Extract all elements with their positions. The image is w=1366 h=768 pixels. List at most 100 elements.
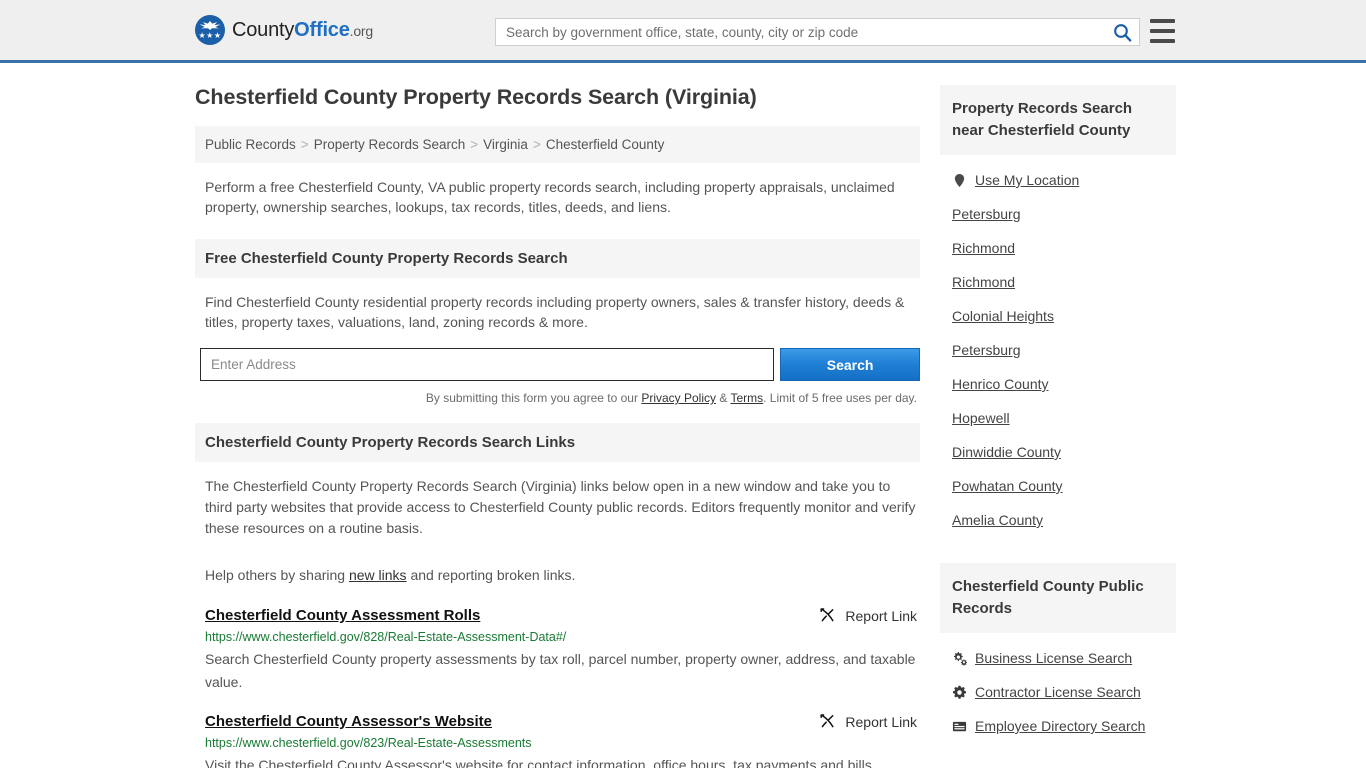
disclaimer-prefix: By submitting this form you agree to our (425, 391, 642, 405)
sidebar-item-employee-directory-search[interactable]: Employee Directory Search (940, 709, 1176, 743)
sidebar-nearby-list: Use My Location Petersburg Richmond Rich… (940, 155, 1176, 537)
sidebar-item-richmond-2[interactable]: Richmond (940, 265, 1176, 299)
link-entry-description: Visit the Chesterfield County Assessor's… (205, 757, 876, 768)
global-search-bar[interactable] (495, 18, 1140, 46)
sidebar-item-label[interactable]: Powhatan County (952, 478, 1063, 494)
sidebar-item-label[interactable]: Colonial Heights (952, 308, 1054, 324)
global-search-button[interactable] (1105, 19, 1139, 45)
hamburger-bar (1150, 29, 1175, 33)
sidebar-item-petersburg-2[interactable]: Petersburg (940, 333, 1176, 367)
link-entry-url: https://www.chesterfield.gov/823/Real-Es… (205, 736, 532, 750)
report-link-label: Report Link (845, 713, 917, 730)
sidebar-item-label[interactable]: Amelia County (952, 512, 1043, 528)
sidebar-nearby-heading: Property Records Search near Chesterfiel… (940, 85, 1176, 155)
page-container: Chesterfield County Property Records Sea… (0, 63, 1366, 768)
help-suffix: and reporting broken links. (406, 567, 576, 583)
sidebar-item-label[interactable]: Dinwiddie County (952, 444, 1061, 460)
free-search-description: Find Chesterfield County residential pro… (205, 294, 905, 330)
sidebar-item-label[interactable]: Employee Directory Search (975, 718, 1145, 734)
link-entry-header: Chesterfield County Assessor's Website R… (205, 713, 920, 730)
sidebar-public-records-list: Business License Search Contractor Licen… (940, 633, 1176, 743)
brand-office: Office (294, 18, 350, 41)
global-search-input[interactable] (496, 24, 1105, 40)
breadcrumb-item-public-records[interactable]: Public Records (205, 137, 296, 152)
report-link-button[interactable]: Report Link (819, 713, 920, 730)
help-prefix: Help others by sharing (205, 567, 349, 583)
sidebar-item-dinwiddie-county[interactable]: Dinwiddie County (940, 435, 1176, 469)
breadcrumb-item-chesterfield-county[interactable]: Chesterfield County (546, 137, 665, 152)
sidebar-item-label[interactable]: Business License Search (975, 650, 1132, 666)
sidebar-item-label[interactable]: Henrico County (952, 376, 1049, 392)
cogs-icon (954, 651, 967, 666)
disclaimer-amp: & (716, 391, 731, 405)
sidebar-item-hopewell[interactable]: Hopewell (940, 401, 1176, 435)
sidebar-item-henrico-county[interactable]: Henrico County (940, 367, 1176, 401)
main-column: Chesterfield County Property Records Sea… (195, 85, 920, 768)
breadcrumb-separator: > (300, 137, 309, 152)
link-entry-title[interactable]: Chesterfield County Assessor's Website (205, 713, 492, 730)
gear-icon (953, 685, 966, 699)
sidebar-item-use-my-location[interactable]: Use My Location (940, 163, 1176, 197)
links-help-text: Help others by sharing new links and rep… (195, 551, 920, 585)
breadcrumb-separator: > (532, 137, 541, 152)
page-intro-text: Perform a free Chesterfield County, VA p… (205, 179, 895, 215)
free-search-heading: Free Chesterfield County Property Record… (195, 239, 920, 278)
id-card-icon (952, 721, 967, 731)
hamburger-bar (1150, 39, 1175, 43)
three-stars-icon: ★★★ (198, 31, 222, 40)
sidebar-item-amelia-county[interactable]: Amelia County (940, 503, 1176, 537)
hamburger-bar (1150, 19, 1175, 23)
sidebar-public-records-heading: Chesterfield County Public Records (940, 563, 1176, 633)
sidebar-item-contractor-license-search[interactable]: Contractor License Search (940, 675, 1176, 709)
breadcrumb-item-property-records-search[interactable]: Property Records Search (314, 137, 466, 152)
site-logo[interactable]: ★★★ CountyOffice.org (195, 15, 373, 45)
sidebar-item-petersburg[interactable]: Petersburg (940, 197, 1176, 231)
site-logo-text: CountyOffice.org (232, 19, 373, 42)
sidebar-item-label[interactable]: Use My Location (975, 172, 1079, 188)
site-header: ★★★ CountyOffice.org (0, 0, 1366, 63)
disclaimer-suffix: . Limit of 5 free uses per day. (763, 391, 917, 405)
search-icon (1113, 23, 1131, 42)
address-search-button[interactable]: Search (780, 348, 920, 381)
sidebar-item-richmond[interactable]: Richmond (940, 231, 1176, 265)
page-title: Chesterfield County Property Records Sea… (195, 85, 757, 109)
link-entry: Chesterfield County Assessor's Website R… (195, 713, 920, 768)
sidebar-item-colonial-heights[interactable]: Colonial Heights (940, 299, 1176, 333)
link-entry-title[interactable]: Chesterfield County Assessment Rolls (205, 607, 480, 624)
map-pin-icon (954, 173, 965, 187)
county-office-seal-icon: ★★★ (195, 15, 225, 45)
sidebar-item-label[interactable]: Petersburg (952, 342, 1020, 358)
sidebar-item-business-license-search[interactable]: Business License Search (940, 641, 1176, 675)
links-section-paragraph: The Chesterfield County Property Records… (205, 478, 916, 536)
sidebar-item-label[interactable]: Hopewell (952, 410, 1010, 426)
sidebar: Property Records Search near Chesterfiel… (940, 85, 1176, 768)
privacy-policy-link[interactable]: Privacy Policy (641, 391, 716, 405)
sidebar-item-powhatan-county[interactable]: Powhatan County (940, 469, 1176, 503)
eagle-icon (199, 21, 221, 30)
brand-org: .org (349, 22, 374, 39)
address-input[interactable] (200, 348, 775, 381)
breadcrumb-item-virginia[interactable]: Virginia (483, 137, 528, 152)
sidebar-item-label[interactable]: Richmond (952, 240, 1015, 256)
broken-link-icon (820, 714, 834, 728)
link-entry: Chesterfield County Assessment Rolls Rep… (195, 607, 920, 694)
link-entry-header: Chesterfield County Assessment Rolls Rep… (205, 607, 920, 624)
sidebar-item-label[interactable]: Contractor License Search (975, 684, 1141, 700)
address-search-form: Search (195, 348, 920, 381)
brand-county: County (232, 18, 295, 41)
link-entry-description: Search Chesterfield County property asse… (205, 651, 916, 690)
report-link-button[interactable]: Report Link (819, 607, 920, 624)
sidebar-item-label[interactable]: Richmond (952, 274, 1015, 290)
sidebar-public-records-block: Chesterfield County Public Records Busin… (940, 563, 1176, 743)
new-links-link[interactable]: new links (349, 567, 407, 583)
form-disclaimer: By submitting this form you agree to our… (195, 391, 920, 405)
link-entry-url: https://www.chesterfield.gov/828/Real-Es… (205, 630, 567, 644)
links-section-heading: Chesterfield County Property Records Sea… (195, 423, 920, 462)
report-link-label: Report Link (845, 607, 917, 624)
breadcrumb: Public Records > Property Records Search > V… (195, 126, 920, 163)
terms-link[interactable]: Terms (730, 391, 763, 405)
broken-link-icon (820, 608, 834, 622)
hamburger-menu-icon[interactable] (1150, 19, 1175, 43)
breadcrumb-separator: > (470, 137, 479, 152)
sidebar-item-label[interactable]: Petersburg (952, 206, 1020, 222)
